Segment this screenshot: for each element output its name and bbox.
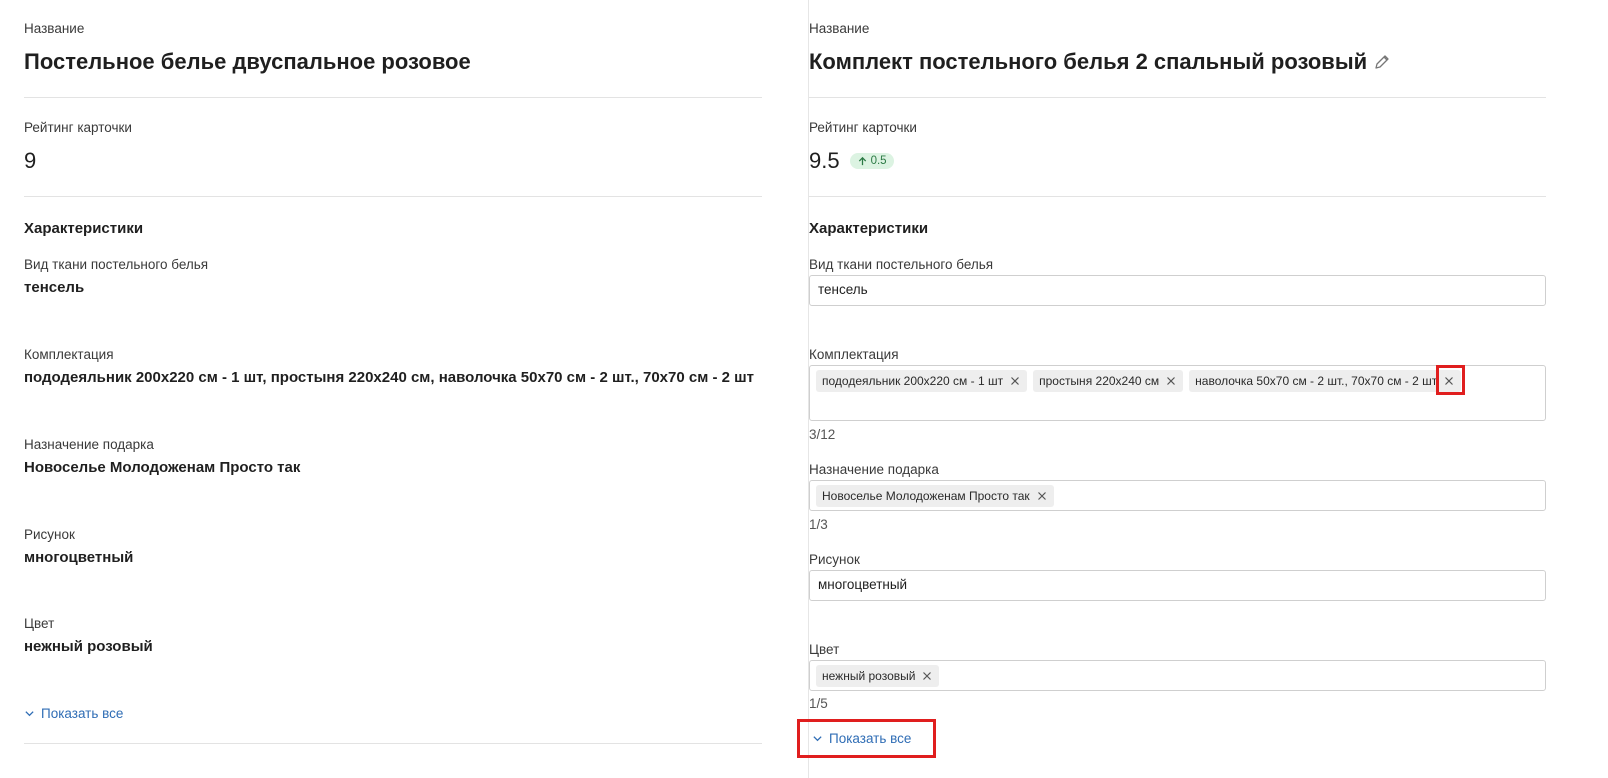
- chevron-down-icon: [24, 708, 35, 719]
- rating-label: Рейтинг карточки: [24, 120, 132, 135]
- rating-value: 9: [24, 148, 37, 173]
- tag: пододеяльник 200x220 см - 1 шт: [816, 370, 1028, 392]
- divider: [809, 97, 1546, 98]
- field-value-color: нежный розовый: [24, 638, 153, 655]
- close-icon[interactable]: [921, 670, 933, 682]
- tag: наволочка 50x70 см - 2 шт., 70x70 см - 2…: [1189, 370, 1462, 392]
- field-label-fabric: Вид ткани постельного белья: [809, 257, 994, 272]
- highlight-box: [797, 719, 936, 758]
- field-value-complect: пододеяльник 200x220 см - 1 шт, простыня…: [24, 369, 754, 386]
- field-label-color: Цвет: [809, 642, 840, 657]
- color-counter: 1/5: [809, 696, 828, 711]
- field-value-fabric: тенсель: [24, 279, 85, 296]
- highlight-box: [1436, 365, 1465, 395]
- tag-label: наволочка 50x70 см - 2 шт., 70x70 см - 2…: [1195, 374, 1438, 388]
- original-card-panel: Название Постельное белье двуспальное ро…: [0, 0, 808, 778]
- tag-label: Новоселье Молодоженам Просто так: [822, 489, 1030, 503]
- field-label-complect: Комплектация: [809, 347, 899, 362]
- divider: [24, 743, 762, 744]
- complect-counter: 3/12: [809, 427, 836, 442]
- rating-delta-value: 0.5: [870, 155, 887, 167]
- pattern-input[interactable]: многоцветный: [809, 570, 1546, 601]
- tag-list: пододеяльник 200x220 см - 1 шт простыня …: [810, 366, 1545, 396]
- tag: простыня 220x240 см: [1033, 370, 1184, 392]
- field-label-pattern: Рисунок: [24, 527, 75, 542]
- name-label: Название: [809, 21, 870, 36]
- field-label-gift: Назначение подарка: [809, 462, 939, 477]
- field-label-gift: Назначение подарка: [24, 437, 154, 452]
- pattern-input-value: многоцветный: [818, 577, 908, 592]
- divider: [24, 196, 762, 197]
- divider: [24, 97, 762, 98]
- characteristics-title: Характеристики: [809, 220, 929, 237]
- show-all-link[interactable]: Показать все: [24, 706, 123, 721]
- gift-counter: 1/3: [809, 517, 828, 532]
- characteristics-title: Характеристики: [24, 220, 144, 237]
- product-name: Постельное белье двуспальное розовое: [24, 49, 471, 74]
- edited-card-panel: Название Комплект постельного белья 2 сп…: [797, 0, 1608, 778]
- fabric-input[interactable]: тенсель: [809, 275, 1546, 306]
- tag-list: нежный розовый: [810, 661, 1545, 691]
- tag-label: пододеяльник 200x220 см - 1 шт: [822, 374, 1004, 388]
- rating-value: 9.5: [809, 148, 840, 173]
- close-icon[interactable]: [1009, 375, 1021, 387]
- color-tag-input[interactable]: нежный розовый: [809, 660, 1546, 691]
- rating-label: Рейтинг карточки: [809, 120, 917, 135]
- field-label-color: Цвет: [24, 616, 55, 631]
- tag: нежный розовый: [816, 665, 940, 687]
- field-value-pattern: многоцветный: [24, 549, 134, 566]
- tag-list: Новоселье Молодоженам Просто так: [810, 481, 1545, 511]
- show-all-label: Показать все: [41, 706, 124, 721]
- divider: [809, 196, 1546, 197]
- tag: Новоселье Молодоженам Просто так: [816, 485, 1054, 507]
- field-value-gift: Новоселье Молодоженам Просто так: [24, 459, 301, 476]
- close-icon[interactable]: [1036, 490, 1048, 502]
- pencil-icon[interactable]: [1373, 51, 1391, 69]
- rating-row: 9.5 0.5: [809, 148, 894, 174]
- arrow-up-icon: [857, 156, 868, 167]
- product-name-editable[interactable]: Комплект постельного белья 2 спальный ро…: [809, 49, 1391, 75]
- fabric-input-value: тенсель: [818, 282, 868, 297]
- product-name: Комплект постельного белья 2 спальный ро…: [809, 49, 1368, 74]
- field-label-complect: Комплектация: [24, 347, 114, 362]
- tag-label: нежный розовый: [822, 669, 916, 683]
- tag-label: простыня 220x240 см: [1039, 374, 1160, 388]
- rating-delta-badge: 0.5: [849, 153, 894, 169]
- gift-tag-input[interactable]: Новоселье Молодоженам Просто так: [809, 480, 1546, 511]
- close-icon[interactable]: [1165, 375, 1177, 387]
- field-label-fabric: Вид ткани постельного белья: [24, 257, 209, 272]
- name-label: Название: [24, 21, 85, 36]
- field-label-pattern: Рисунок: [809, 552, 860, 567]
